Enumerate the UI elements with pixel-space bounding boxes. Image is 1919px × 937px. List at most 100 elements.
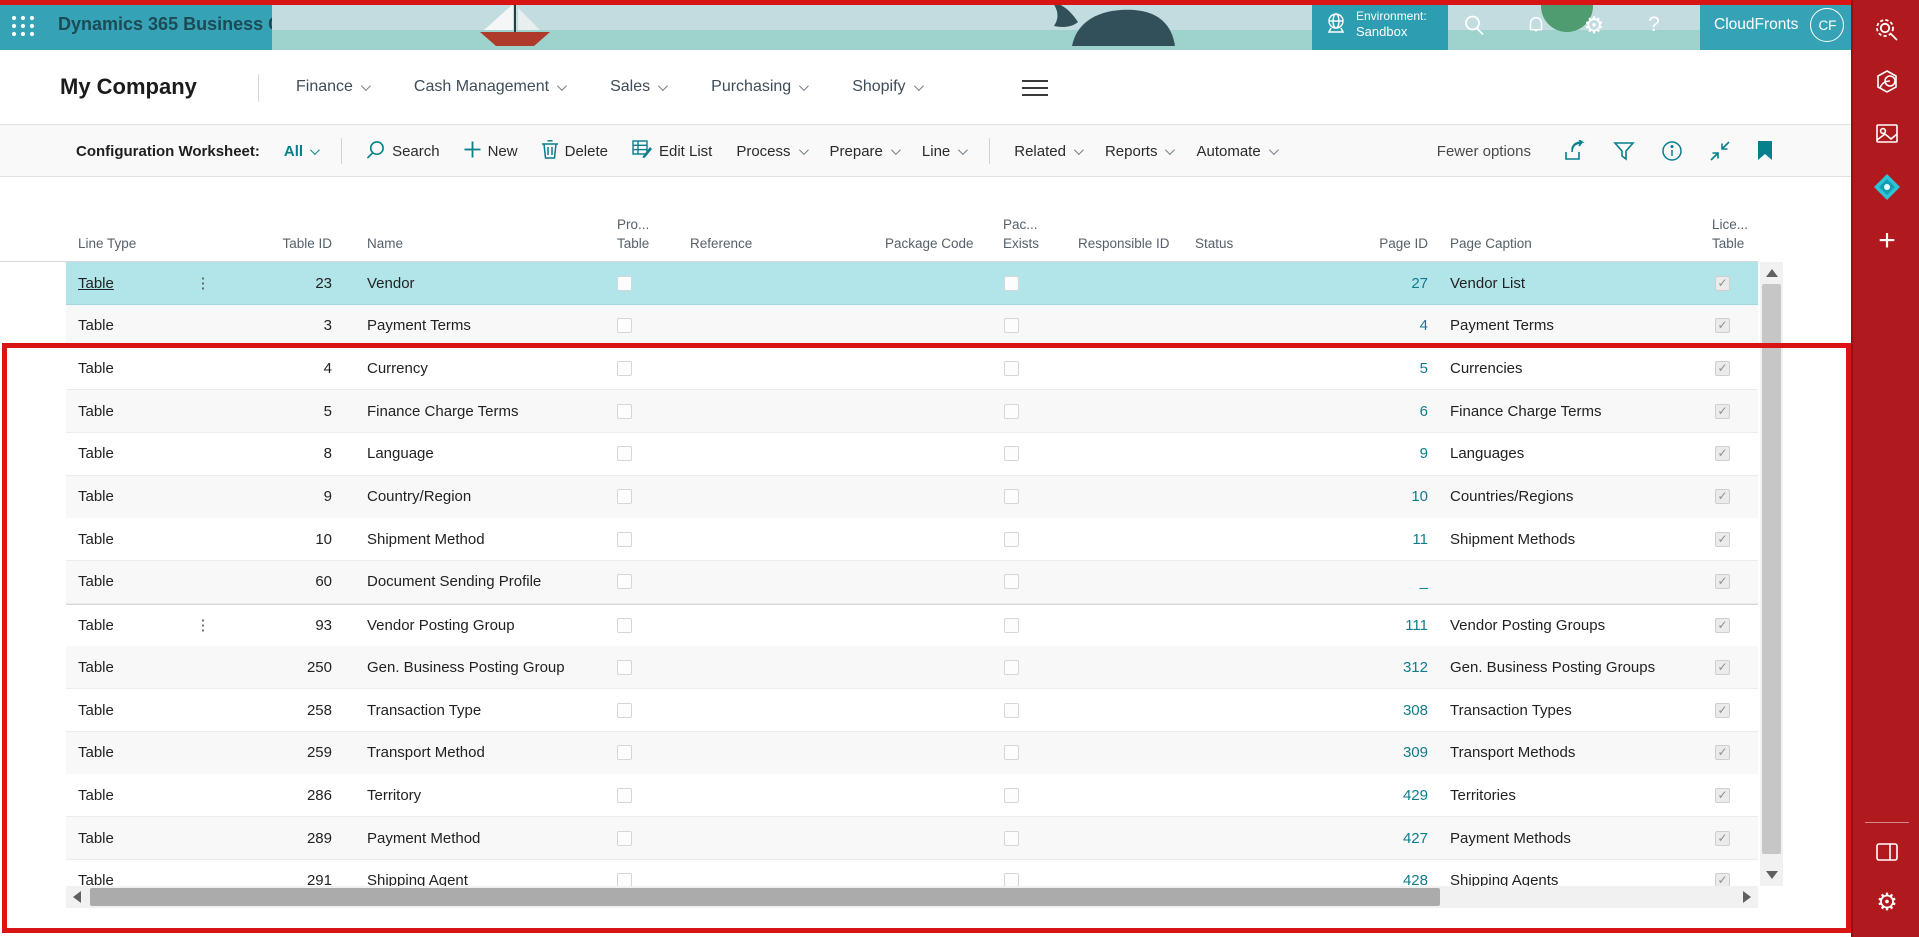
cell-name[interactable]: Shipment Method	[332, 531, 608, 548]
cell-page-caption[interactable]: Territories	[1428, 787, 1700, 804]
table-row[interactable]: Table10Shipment Method11Shipment Methods	[66, 518, 1758, 561]
empty-checkbox[interactable]	[1004, 660, 1019, 675]
empty-checkbox[interactable]	[617, 618, 632, 633]
cell-pac-exists[interactable]	[995, 831, 1027, 846]
cell-license-table[interactable]	[1700, 276, 1744, 291]
checked-checkbox[interactable]	[1715, 745, 1730, 760]
checked-checkbox[interactable]	[1715, 276, 1730, 291]
cell-pro-table[interactable]	[608, 276, 640, 291]
worksheet-filter-dropdown[interactable]: All	[284, 143, 317, 160]
cell-name[interactable]: Currency	[332, 360, 608, 377]
cell-pro-table[interactable]	[608, 831, 640, 846]
bookmark-icon[interactable]	[1757, 141, 1773, 161]
scroll-down-arrow[interactable]	[1766, 871, 1778, 879]
cell-license-table[interactable]	[1700, 318, 1744, 333]
empty-checkbox[interactable]	[1004, 318, 1019, 333]
nav-item-sales[interactable]: Sales	[610, 78, 665, 96]
cell-page-caption[interactable]: Payment Terms	[1428, 317, 1700, 334]
empty-checkbox[interactable]	[617, 831, 632, 846]
target-icon[interactable]	[1853, 172, 1919, 202]
cell-pro-table[interactable]	[608, 618, 640, 633]
row-options-icon[interactable]: ⋮	[188, 616, 218, 634]
scroll-left-arrow[interactable]	[73, 891, 81, 903]
app-launcher-icon[interactable]	[10, 13, 38, 39]
cell-pro-table[interactable]	[608, 318, 640, 333]
empty-checkbox[interactable]	[1004, 703, 1019, 718]
cell-page-caption[interactable]: Gen. Business Posting Groups	[1428, 659, 1700, 676]
add-icon[interactable]: +	[1853, 226, 1919, 256]
cell-page-caption[interactable]: Languages	[1428, 445, 1700, 462]
cell-table-id[interactable]: 9	[218, 488, 332, 505]
cell-license-table[interactable]	[1700, 618, 1744, 633]
empty-checkbox[interactable]	[1004, 745, 1019, 760]
scroll-up-arrow[interactable]	[1766, 269, 1778, 277]
cell-license-table[interactable]	[1700, 574, 1744, 589]
cell-pac-exists[interactable]	[995, 745, 1027, 760]
menu-automate[interactable]: Automate	[1196, 143, 1275, 160]
nav-item-purchasing[interactable]: Purchasing	[711, 78, 806, 96]
empty-checkbox[interactable]	[1004, 532, 1019, 547]
cell-line-type[interactable]: Table	[66, 360, 188, 377]
cell-page-id-link[interactable]: 312	[1317, 659, 1428, 676]
cell-pro-table[interactable]	[608, 574, 640, 589]
cell-license-table[interactable]	[1700, 532, 1744, 547]
column-header-status[interactable]: Status	[1195, 234, 1233, 254]
environment-badge[interactable]: Environment: Sandbox	[1312, 0, 1448, 50]
empty-checkbox[interactable]	[617, 574, 632, 589]
checked-checkbox[interactable]	[1715, 660, 1730, 675]
empty-checkbox[interactable]	[617, 788, 632, 803]
empty-checkbox[interactable]	[1004, 788, 1019, 803]
empty-checkbox[interactable]	[617, 276, 632, 291]
column-header-table-id[interactable]: Table ID	[218, 234, 332, 254]
cell-line-type[interactable]: Table	[66, 403, 188, 420]
cell-license-table[interactable]	[1700, 446, 1744, 461]
empty-checkbox[interactable]	[1004, 618, 1019, 633]
column-header-responsible-id[interactable]: Responsible ID	[1078, 234, 1170, 254]
cell-page-id-link[interactable]: 9	[1317, 445, 1428, 462]
cell-name[interactable]: Vendor Posting Group	[332, 617, 608, 634]
cell-license-table[interactable]	[1700, 361, 1744, 376]
cell-table-id[interactable]: 258	[218, 702, 332, 719]
cell-pac-exists[interactable]	[995, 574, 1027, 589]
menu-icon[interactable]	[1022, 80, 1048, 96]
empty-checkbox[interactable]	[617, 404, 632, 419]
table-row[interactable]: Table259Transport Method309Transport Met…	[66, 732, 1758, 775]
cell-table-id[interactable]: 93	[218, 617, 332, 634]
cell-license-table[interactable]	[1700, 660, 1744, 675]
cell-line-type[interactable]: Table	[66, 617, 188, 634]
menu-prepare[interactable]: Prepare	[830, 143, 898, 160]
cell-line-type[interactable]: Table	[66, 275, 188, 292]
cell-table-id[interactable]: 289	[218, 830, 332, 847]
cell-page-id-link[interactable]: 27	[1317, 275, 1428, 292]
menu-related[interactable]: Related	[1014, 143, 1081, 160]
cell-pro-table[interactable]	[608, 489, 640, 504]
avatar[interactable]: CF	[1810, 8, 1844, 42]
cell-pac-exists[interactable]	[995, 660, 1027, 675]
table-row[interactable]: Table⋮23Vendor27Vendor List	[66, 262, 1758, 305]
cell-table-id[interactable]: 259	[218, 744, 332, 761]
cell-license-table[interactable]	[1700, 745, 1744, 760]
cell-line-type[interactable]: Table	[66, 317, 188, 334]
cell-table-id[interactable]: 60	[218, 573, 332, 590]
cell-pro-table[interactable]	[608, 745, 640, 760]
empty-checkbox[interactable]	[617, 489, 632, 504]
cell-pac-exists[interactable]	[995, 788, 1027, 803]
cell-name[interactable]: Vendor	[332, 275, 608, 292]
cell-line-type[interactable]: Table	[66, 531, 188, 548]
cell-page-id-link[interactable]: _	[1317, 573, 1428, 590]
table-row[interactable]: Table3Payment Terms4Payment Terms	[66, 305, 1758, 348]
cell-pro-table[interactable]	[608, 660, 640, 675]
cell-page-id-link[interactable]: 308	[1317, 702, 1428, 719]
cell-pac-exists[interactable]	[995, 318, 1027, 333]
cell-table-id[interactable]: 250	[218, 659, 332, 676]
cell-page-id-link[interactable]: 6	[1317, 403, 1428, 420]
cell-license-table[interactable]	[1700, 788, 1744, 803]
table-row[interactable]: Table60Document Sending Profile_	[66, 561, 1758, 604]
cell-page-id-link[interactable]: 427	[1317, 830, 1428, 847]
cell-page-id-link[interactable]: 11	[1317, 531, 1428, 548]
cell-table-id[interactable]: 3	[218, 317, 332, 334]
empty-checkbox[interactable]	[1004, 446, 1019, 461]
cell-page-id-link[interactable]: 429	[1317, 787, 1428, 804]
cell-pac-exists[interactable]	[995, 361, 1027, 376]
checked-checkbox[interactable]	[1715, 446, 1730, 461]
